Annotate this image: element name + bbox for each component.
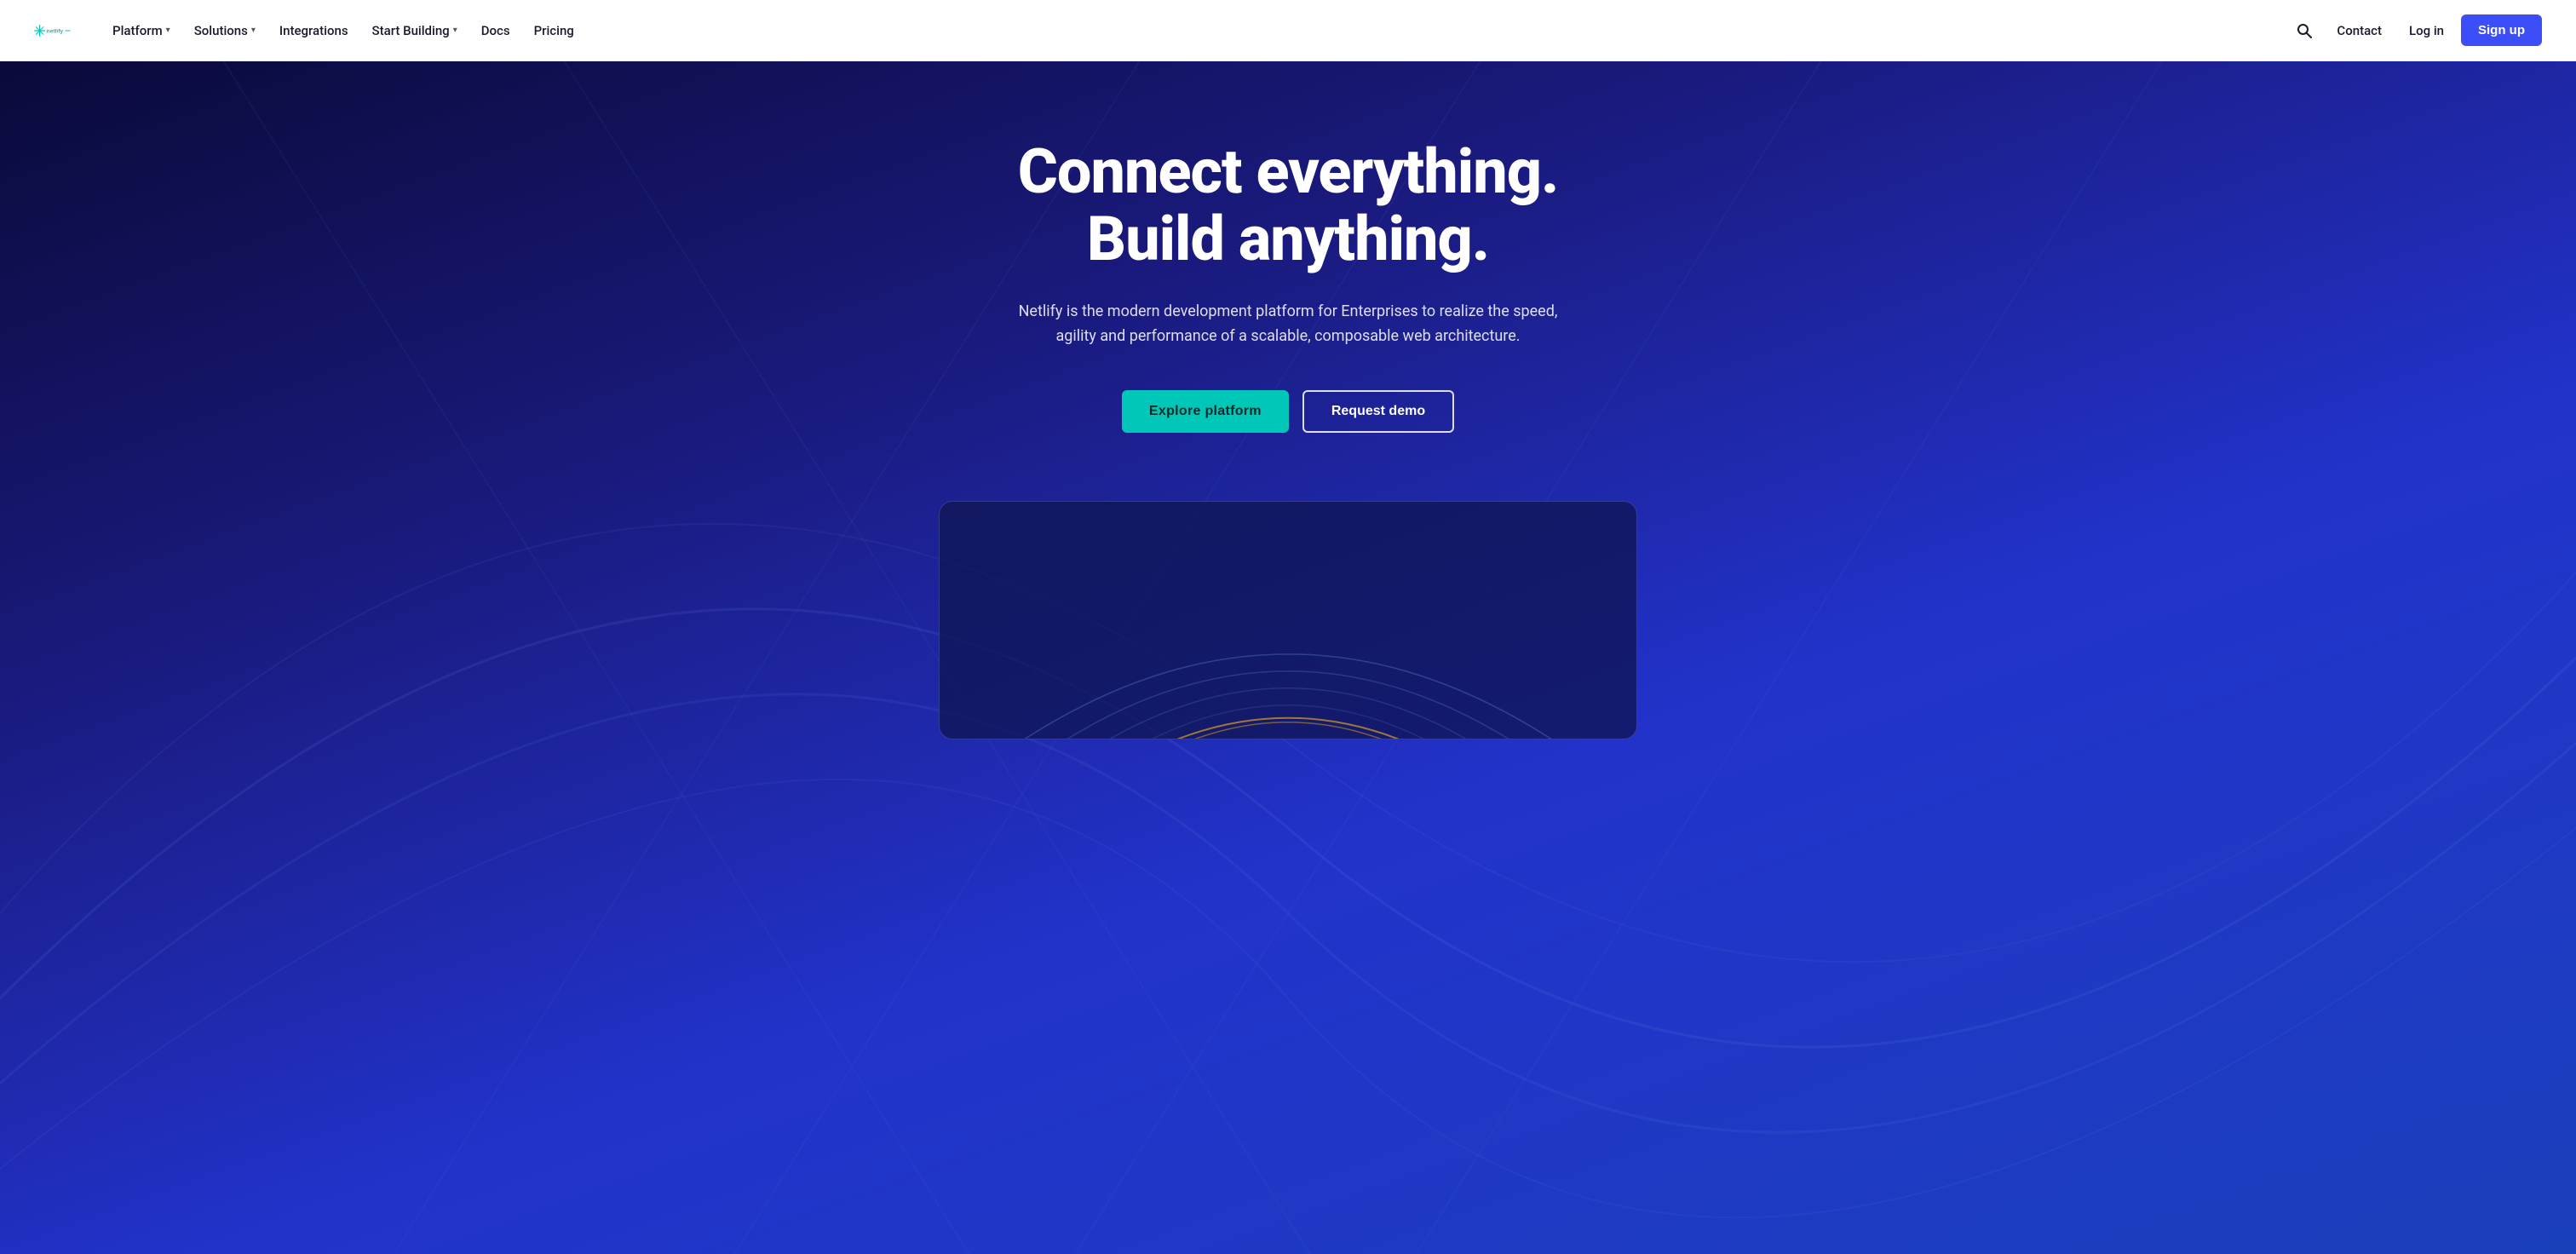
nav-platform[interactable]: Platform ▾ <box>102 16 181 45</box>
hero-subtitle: Netlify is the modern development platfo… <box>1015 300 1561 349</box>
hero-content: Connect everything. Build anything. Netl… <box>981 61 1595 484</box>
dashboard-preview <box>939 501 1637 739</box>
nav-integrations[interactable]: Integrations <box>269 16 359 45</box>
start-building-chevron-icon: ▾ <box>453 26 457 35</box>
svg-text:netlify: netlify <box>47 28 64 34</box>
hero-buttons: Explore platform Request demo <box>1122 390 1454 433</box>
dashboard-arc-decoration <box>940 502 1636 739</box>
hero-section: Connect everything. Build anything. Netl… <box>0 61 2576 1254</box>
nav-docs[interactable]: Docs <box>471 16 520 45</box>
nav-pricing[interactable]: Pricing <box>524 16 584 45</box>
nav-links: Platform ▾ Solutions ▾ Integrations Star… <box>102 16 2289 45</box>
hero-title: Connect everything. Build anything. <box>1018 138 1559 273</box>
request-demo-button[interactable]: Request demo <box>1302 390 1454 433</box>
search-icon <box>2296 22 2313 39</box>
contact-link[interactable]: Contact <box>2326 16 2392 45</box>
logo-link[interactable]: netlify <box>34 12 72 49</box>
explore-platform-button[interactable]: Explore platform <box>1122 390 1289 433</box>
login-link[interactable]: Log in <box>2399 16 2454 45</box>
nav-right: Contact Log in Sign up <box>2289 14 2542 46</box>
platform-chevron-icon: ▾ <box>166 26 170 35</box>
main-nav: netlify Platform ▾ Solutions ▾ Integrati… <box>0 0 2576 61</box>
solutions-chevron-icon: ▾ <box>251 26 256 35</box>
nav-start-building[interactable]: Start Building ▾ <box>362 16 468 45</box>
signup-button[interactable]: Sign up <box>2461 14 2542 46</box>
nav-solutions[interactable]: Solutions ▾ <box>184 16 266 45</box>
search-button[interactable] <box>2289 15 2320 46</box>
